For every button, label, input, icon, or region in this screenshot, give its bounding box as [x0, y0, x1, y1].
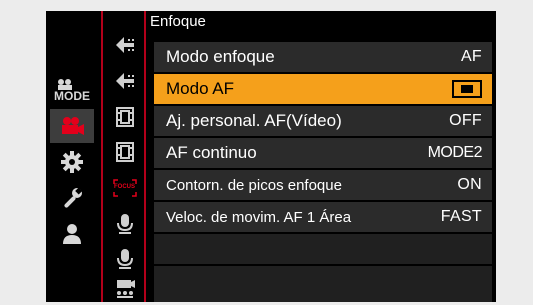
- menu-row-empty-2: [154, 266, 492, 302]
- microphone-icon: [116, 213, 134, 235]
- focus-box-label: FOCUS: [114, 184, 135, 190]
- camera-menu-screen: MODE FOCUS Enfoque Modo enfoque AF Modo …: [46, 11, 496, 302]
- film-strip-icon: [115, 107, 135, 127]
- my-menu-tab[interactable]: [50, 217, 94, 251]
- menu-row-focus-mode[interactable]: Modo enfoque AF: [154, 42, 492, 72]
- menu-row-label: Modo enfoque: [166, 47, 275, 66]
- video-tab[interactable]: [50, 109, 94, 143]
- main-tab-column: MODE: [46, 11, 100, 302]
- sub-tab-column: FOCUS: [101, 11, 146, 302]
- subtab-audio-1[interactable]: [103, 208, 146, 240]
- monitor-icon: [114, 279, 136, 299]
- menu-row-value: ON: [457, 176, 482, 193]
- menu-row-af-area-speed[interactable]: Veloc. de movim. AF 1 Área FAST: [154, 202, 492, 232]
- menu-row-label: AF continuo: [166, 143, 257, 162]
- subtab-focus-1[interactable]: [103, 29, 146, 61]
- subtab-film-1[interactable]: [103, 101, 146, 133]
- menu-row-label: Aj. personal. AF(Vídeo): [166, 111, 342, 130]
- menu-row-value: AF: [460, 48, 482, 65]
- menu-row-value: FAST: [440, 208, 482, 225]
- menu-row-continuous-af[interactable]: AF continuo MODE2: [154, 138, 492, 168]
- subtab-film-2[interactable]: [103, 136, 146, 168]
- microphone-icon: [116, 248, 134, 270]
- page-title: Enfoque: [150, 13, 206, 30]
- setup-tab[interactable]: [50, 181, 94, 215]
- menu-row-focus-peaking[interactable]: Contorn. de picos enfoque ON: [154, 170, 492, 200]
- focus-plus-icon: [114, 71, 136, 91]
- af-area-icon: [452, 80, 482, 98]
- mode-icon: MODE: [54, 78, 90, 102]
- mode-tab[interactable]: MODE: [50, 73, 94, 107]
- focus-plus-icon: [114, 35, 136, 55]
- subtab-audio-2[interactable]: [103, 243, 146, 275]
- menu-row-label: Veloc. de movim. AF 1 Área: [166, 208, 352, 226]
- menu-row-af-custom-video[interactable]: Aj. personal. AF(Vídeo) OFF: [154, 106, 492, 136]
- menu-row-label: Modo AF: [166, 79, 235, 98]
- menu-row-af-mode[interactable]: Modo AF: [154, 74, 492, 104]
- menu-row-value: OFF: [449, 112, 482, 129]
- menu-row-empty-1: [154, 234, 492, 264]
- person-icon: [61, 223, 83, 245]
- wrench-icon: [61, 187, 83, 209]
- film-strip-icon: [115, 142, 135, 162]
- focus-box-icon: FOCUS: [112, 179, 137, 197]
- subtab-focus-active[interactable]: FOCUS: [103, 172, 146, 204]
- mode-tab-label: MODE: [54, 89, 90, 103]
- menu-row-label: Contorn. de picos enfoque: [166, 176, 342, 194]
- subtab-monitor[interactable]: [103, 273, 146, 305]
- custom-tab[interactable]: [50, 145, 94, 179]
- menu-row-value: MODE2: [427, 144, 483, 161]
- subtab-focus-2[interactable]: [103, 65, 146, 97]
- gear-icon: [61, 151, 83, 173]
- video-camera-icon: [59, 116, 85, 136]
